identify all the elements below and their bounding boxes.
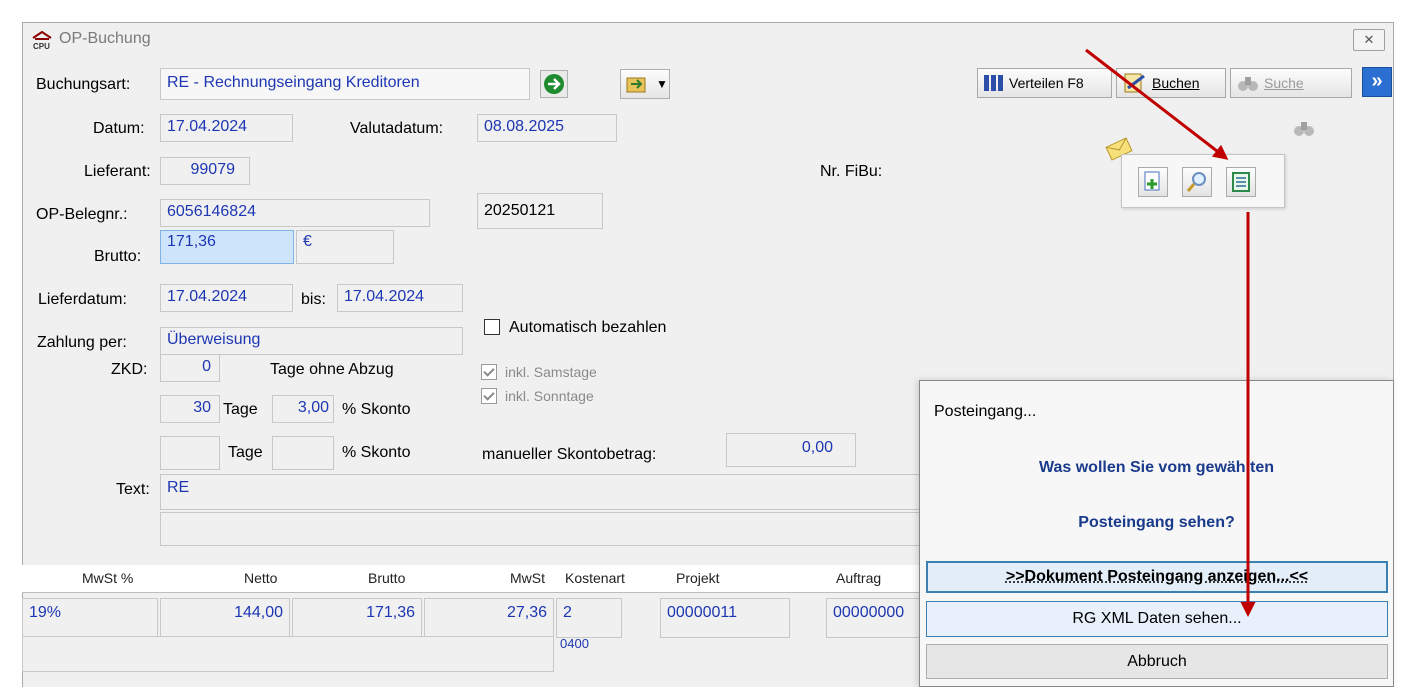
- tage2-field[interactable]: [160, 436, 220, 470]
- valutadatum-field[interactable]: 08.08.2025: [477, 114, 617, 142]
- nrfibu-label: Nr. FiBu:: [820, 163, 883, 180]
- sonntage-label: inkl. Sonntage: [505, 388, 594, 404]
- manuell-field[interactable]: 0,00: [726, 433, 856, 467]
- samstage-checkbox[interactable]: [481, 364, 497, 380]
- list-document-button[interactable]: [1226, 167, 1256, 197]
- tage1-field[interactable]: 30: [160, 395, 220, 423]
- svg-text:CPU: CPU: [33, 42, 50, 50]
- cell-summary: [22, 636, 554, 672]
- bis-field[interactable]: 17.04.2024: [337, 284, 463, 312]
- dialog-question-1: Was wollen Sie vom gewählten: [1038, 459, 1274, 476]
- tage-ohne-label: Tage ohne Abzug: [270, 361, 394, 378]
- auto-bezahlen-checkbox[interactable]: [484, 319, 500, 335]
- text-field[interactable]: RE: [160, 474, 920, 510]
- col-auftrag: Auftrag: [836, 570, 882, 586]
- posteingang-toolbar: [1121, 154, 1285, 208]
- cell-kostenart[interactable]: 2: [556, 598, 622, 638]
- suche-label: Suche: [1264, 75, 1304, 91]
- belegnr-field[interactable]: 6056146824: [160, 199, 430, 227]
- add-document-icon: [1144, 171, 1160, 191]
- samstage-label: inkl. Samstage: [505, 364, 597, 380]
- auto-bezahlen-label: Automatisch bezahlen: [509, 319, 667, 336]
- suche-button[interactable]: Suche: [1230, 68, 1352, 98]
- zahlung-label: Zahlung per:: [37, 334, 127, 351]
- buchen-label: Buchen: [1152, 75, 1200, 91]
- cell-kostenart-sub: 0400: [560, 636, 589, 651]
- book-entry-icon: [1124, 73, 1145, 93]
- col-kostenart: Kostenart: [565, 570, 625, 586]
- verteilen-button[interactable]: Verteilen F8: [977, 68, 1112, 98]
- cell-auftrag[interactable]: 00000000: [826, 598, 920, 638]
- folder-import-icon: [626, 77, 646, 93]
- datum-field[interactable]: 17.04.2024: [160, 114, 293, 142]
- sonntage-checkbox[interactable]: [481, 388, 497, 404]
- cell-mwst[interactable]: 27,36: [424, 598, 554, 638]
- cell-brutto[interactable]: 171,36: [292, 598, 422, 638]
- valutadatum-label: Valutadatum:: [350, 120, 444, 137]
- dialog-title: Posteingang...: [934, 403, 1037, 420]
- search-document-button[interactable]: [1182, 167, 1212, 197]
- skonto1-field[interactable]: 3,00: [272, 395, 334, 423]
- belegnr2-field[interactable]: 20250121: [477, 193, 603, 229]
- col-projekt: Projekt: [676, 570, 720, 586]
- col-brutto: Brutto: [368, 570, 406, 586]
- col-mwst-pct: MwSt %: [82, 570, 134, 586]
- datum-label: Datum:: [93, 120, 145, 137]
- app-logo-icon: CPU: [32, 30, 52, 50]
- show-document-label: >>Dokument Posteingang anzeigen...<<: [1005, 568, 1309, 585]
- magnifier-icon: [1186, 172, 1206, 192]
- lieferdatum-label: Lieferdatum:: [38, 291, 127, 308]
- grid-divider: [22, 592, 920, 593]
- lieferant-field[interactable]: 99079: [160, 157, 250, 185]
- show-document-button[interactable]: >>Dokument Posteingang anzeigen...<<: [926, 561, 1388, 593]
- binoculars-icon: [1238, 77, 1258, 91]
- grid-header: [22, 565, 920, 592]
- title-bar: CPU OP-Buchung ✕: [23, 23, 1393, 57]
- lieferant-label: Lieferant:: [84, 163, 151, 180]
- manuell-label: manueller Skontobetrag:: [482, 446, 657, 463]
- cell-projekt[interactable]: 00000011: [660, 598, 790, 638]
- lieferdatum-field[interactable]: 17.04.2024: [160, 284, 293, 312]
- col-netto: Netto: [244, 570, 278, 586]
- list-icon: [1232, 172, 1250, 192]
- tage1-label: Tage: [223, 401, 258, 418]
- binoculars-small-icon[interactable]: [1292, 118, 1316, 138]
- brutto-field[interactable]: 171,36: [160, 230, 294, 264]
- go-arrow-icon[interactable]: [540, 70, 568, 98]
- brutto-label: Brutto:: [94, 248, 142, 265]
- buchungsart-select[interactable]: RE - Rechnungseingang Kreditoren: [160, 68, 530, 100]
- cell-mwst-pct[interactable]: 19%: [22, 598, 158, 638]
- verteilen-label: Verteilen F8: [1009, 75, 1084, 91]
- skonto2-label: % Skonto: [342, 444, 411, 461]
- text-label: Text:: [116, 481, 150, 498]
- dialog-question-2: Posteingang sehen?: [1078, 514, 1235, 531]
- window-title: OP-Buchung: [59, 30, 151, 47]
- chevron-down-icon: ▼: [656, 77, 668, 91]
- zkd-field[interactable]: 0: [160, 354, 220, 382]
- add-document-button[interactable]: [1138, 167, 1168, 197]
- tage2-label: Tage: [228, 444, 263, 461]
- close-button[interactable]: ✕: [1353, 29, 1385, 51]
- col-mwst: MwSt: [510, 570, 545, 586]
- cancel-button[interactable]: Abbruch: [926, 644, 1388, 679]
- bis-label: bis:: [301, 291, 326, 308]
- posteingang-dialog: Posteingang... Was wollen Sie vom gewähl…: [919, 380, 1394, 687]
- zahlung-field[interactable]: Überweisung: [160, 327, 463, 355]
- belegnr-label: OP-Belegnr.:: [36, 206, 128, 223]
- zkd-label: ZKD:: [111, 361, 148, 378]
- show-xml-button[interactable]: RG XML Daten sehen...: [926, 601, 1388, 637]
- text-field-2[interactable]: [160, 512, 920, 546]
- expand-button[interactable]: »: [1362, 67, 1392, 97]
- cell-netto[interactable]: 144,00: [160, 598, 290, 638]
- distribute-icon: [984, 75, 1003, 91]
- buchen-button[interactable]: Buchen: [1116, 68, 1226, 98]
- import-dropdown-button[interactable]: ▼: [620, 69, 670, 99]
- buchungsart-label: Buchungsart:: [36, 76, 131, 93]
- currency-field[interactable]: €: [296, 230, 394, 264]
- skonto1-label: % Skonto: [342, 401, 411, 418]
- skonto2-field[interactable]: [272, 436, 334, 470]
